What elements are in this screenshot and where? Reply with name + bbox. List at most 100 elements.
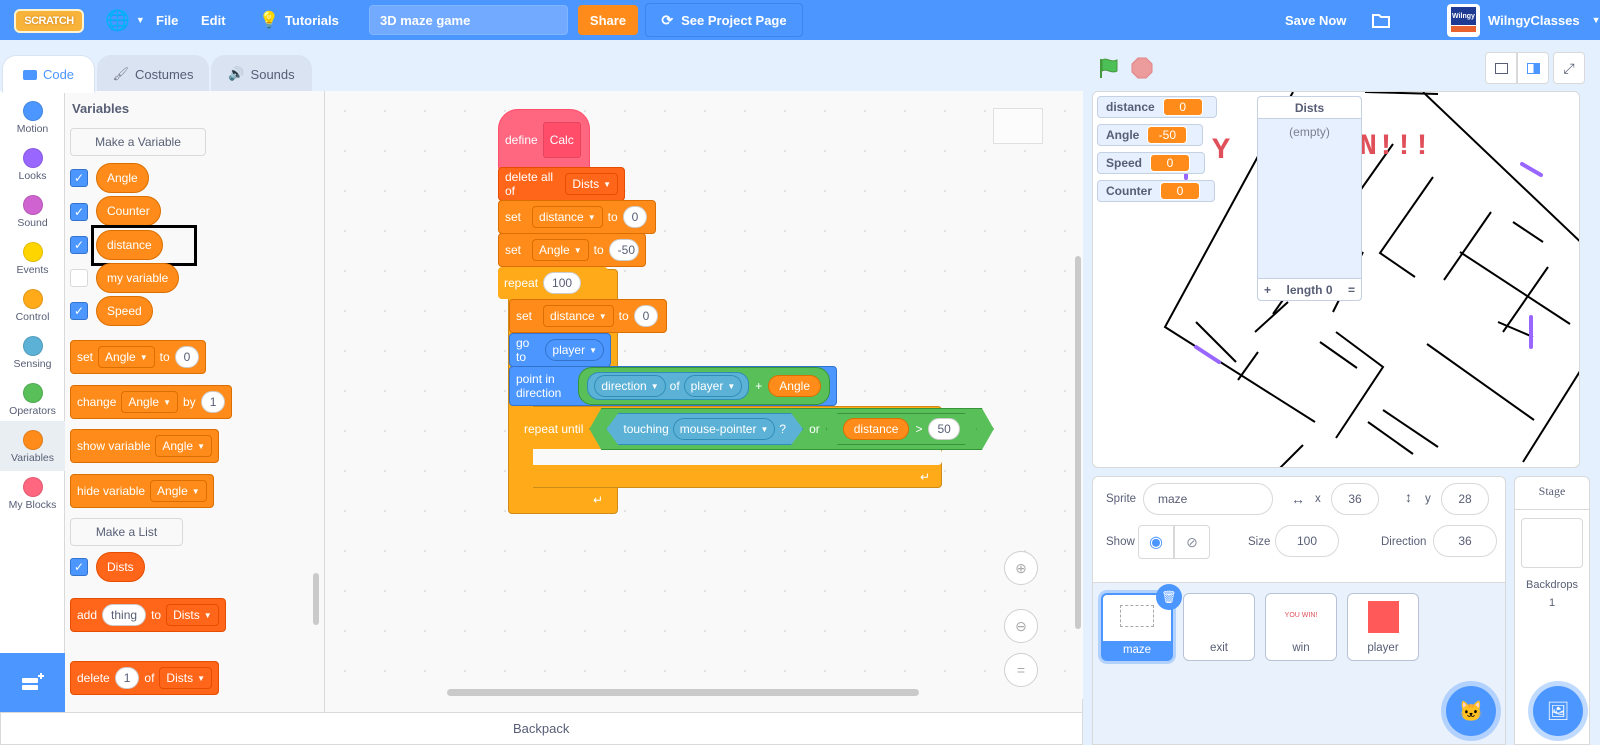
- sprite-tile-player[interactable]: player: [1347, 593, 1419, 661]
- tutorials-button[interactable]: 💡 Tutorials: [259, 0, 339, 40]
- size-input[interactable]: 100: [1275, 525, 1339, 557]
- make-variable-button[interactable]: Make a Variable: [70, 128, 206, 156]
- greater-than-operator[interactable]: distance > 50: [826, 413, 977, 445]
- variable-checkbox-speed[interactable]: ✓: [70, 302, 88, 320]
- value-input[interactable]: 1: [200, 391, 226, 413]
- add-to-list-block[interactable]: add thing to Dists ▼: [70, 598, 226, 632]
- category-events[interactable]: Events: [0, 237, 65, 285]
- value-input[interactable]: 1: [114, 667, 140, 689]
- palette-scrollbar[interactable]: [313, 573, 319, 625]
- monitor-angle[interactable]: Angle -50: [1097, 124, 1203, 146]
- scripts-area[interactable]: ↵ ↵ define Calc delete all of Dists ▼ set…: [325, 91, 1083, 699]
- point-in-direction-block[interactable]: point in direction direction ▼ of player ▼…: [509, 366, 837, 406]
- variable-checkbox-counter[interactable]: ✓: [70, 203, 88, 221]
- variable-reporter-angle[interactable]: Angle: [96, 163, 149, 193]
- delete-of-list-block[interactable]: delete 1 of Dists ▼: [70, 661, 219, 695]
- variable-dropdown[interactable]: distance ▼: [532, 206, 603, 228]
- category-sound[interactable]: Sound: [0, 190, 65, 238]
- sprite-name-input[interactable]: maze: [1143, 483, 1273, 515]
- variable-checkbox-my-variable[interactable]: [70, 269, 88, 287]
- define-block[interactable]: define Calc: [498, 109, 590, 171]
- fullscreen-button[interactable]: ⤢: [1553, 52, 1585, 84]
- value-input[interactable]: thing: [102, 604, 147, 626]
- category-sensing[interactable]: Sensing: [0, 331, 65, 379]
- monitor-counter[interactable]: Counter 0: [1097, 180, 1215, 202]
- tab-costumes[interactable]: 🖌 Costumes: [97, 55, 209, 92]
- variable-dropdown[interactable]: Angle ▼: [121, 391, 178, 413]
- tab-code[interactable]: Code: [2, 55, 95, 93]
- language-menu[interactable]: 🌐 ▼: [105, 0, 145, 40]
- edit-menu[interactable]: Edit: [201, 0, 226, 40]
- zoom-in-button[interactable]: ⊕: [1004, 551, 1038, 585]
- list-dropdown[interactable]: Dists ▼: [166, 604, 219, 626]
- touching-block[interactable]: touching mouse-pointer ▼ ?: [606, 413, 803, 445]
- sprite-dropdown[interactable]: player ▼: [683, 375, 743, 397]
- list-checkbox-dists[interactable]: ✓: [70, 558, 88, 576]
- green-flag-button[interactable]: [1097, 56, 1121, 83]
- variable-checkbox-angle[interactable]: ✓: [70, 169, 88, 187]
- category-control[interactable]: Control: [0, 284, 65, 332]
- horizontal-scrollbar[interactable]: [447, 689, 919, 696]
- repeat-until-header[interactable]: repeat until touching mouse-pointer ▼ ? o…: [518, 409, 994, 449]
- category-motion[interactable]: Motion: [0, 96, 65, 144]
- value-input[interactable]: 0: [622, 206, 648, 228]
- category-operators[interactable]: Operators: [0, 378, 65, 426]
- variable-reporter-speed[interactable]: Speed: [96, 296, 153, 326]
- variable-reporter-counter[interactable]: Counter: [96, 196, 161, 226]
- delete-sprite-button[interactable]: 🗑: [1156, 584, 1182, 610]
- choose-sprite-button[interactable]: 🐱: [1446, 686, 1496, 736]
- y-input[interactable]: 28: [1441, 483, 1489, 515]
- value-input[interactable]: 0: [633, 305, 659, 327]
- backpack[interactable]: Backpack: [0, 712, 1083, 745]
- category-my-blocks[interactable]: My Blocks: [0, 472, 65, 520]
- touch-target-dropdown[interactable]: mouse-pointer ▼: [673, 418, 776, 440]
- share-button[interactable]: Share: [578, 5, 638, 35]
- hide-sprite-button[interactable]: ⊘: [1174, 525, 1210, 559]
- scratch-logo[interactable]: SCRATCH: [14, 9, 84, 33]
- see-project-page-button[interactable]: ⟳ See Project Page: [645, 3, 803, 37]
- sprite-tile-win[interactable]: YOU WIN! win: [1265, 593, 1337, 661]
- or-operator[interactable]: touching mouse-pointer ▼ ? or distance > …: [589, 408, 993, 450]
- large-stage-button[interactable]: [1517, 52, 1549, 84]
- project-title-input[interactable]: 3D maze game: [369, 5, 568, 35]
- value-input[interactable]: 0: [174, 346, 200, 368]
- stop-button[interactable]: [1131, 57, 1153, 79]
- file-menu[interactable]: File: [156, 0, 178, 40]
- distance-reporter[interactable]: distance: [843, 418, 910, 440]
- list-dropdown[interactable]: Dists ▼: [565, 173, 618, 195]
- variable-dropdown[interactable]: Angle ▼: [532, 239, 589, 261]
- property-dropdown[interactable]: direction ▼: [594, 375, 666, 397]
- delete-all-of-list-block[interactable]: delete all of Dists ▼: [498, 167, 625, 201]
- monitor-distance[interactable]: distance 0: [1097, 96, 1217, 118]
- add-extension-button[interactable]: [0, 653, 65, 713]
- tab-sounds[interactable]: 🔊 Sounds: [211, 55, 312, 92]
- variable-dropdown[interactable]: distance ▼: [543, 305, 614, 327]
- vertical-scrollbar[interactable]: [1075, 256, 1081, 629]
- custom-block-prototype[interactable]: Calc: [542, 122, 581, 158]
- value-input[interactable]: -50: [608, 239, 639, 261]
- angle-reporter[interactable]: Angle: [768, 375, 821, 397]
- zoom-out-button[interactable]: ⊖: [1004, 609, 1038, 643]
- of-sensing-reporter[interactable]: direction ▼ of player ▼: [587, 372, 750, 400]
- account-menu[interactable]: WilngyClasses ▼: [1488, 0, 1600, 40]
- set-distance-block[interactable]: set distance ▼ to 0: [498, 200, 656, 234]
- repeat-count-input[interactable]: 100: [543, 272, 582, 294]
- list-reporter-dists[interactable]: Dists: [96, 552, 145, 582]
- set-distance-block[interactable]: set distance ▼ to 0: [509, 299, 667, 333]
- choose-backdrop-button[interactable]: 🖼: [1533, 686, 1583, 736]
- show-sprite-button[interactable]: ◉: [1138, 525, 1174, 559]
- variable-dropdown[interactable]: Angle ▼: [150, 480, 207, 502]
- save-now-button[interactable]: Save Now: [1285, 0, 1346, 40]
- target-dropdown[interactable]: player ▼: [545, 339, 604, 361]
- make-list-button[interactable]: Make a List: [70, 518, 183, 546]
- variable-reporter-my-variable[interactable]: my variable: [96, 263, 180, 293]
- list-dropdown[interactable]: Dists ▼: [159, 667, 212, 689]
- repeat-block[interactable]: repeat 100: [498, 267, 608, 299]
- variable-dropdown[interactable]: Angle ▼: [98, 346, 155, 368]
- value-input[interactable]: 50: [928, 418, 959, 440]
- variable-dropdown[interactable]: Angle ▼: [155, 435, 212, 457]
- set-variable-block[interactable]: set Angle ▼ to 0: [70, 340, 207, 374]
- x-input[interactable]: 36: [1331, 483, 1379, 515]
- zoom-reset-button[interactable]: =: [1004, 653, 1038, 687]
- category-looks[interactable]: Looks: [0, 143, 65, 191]
